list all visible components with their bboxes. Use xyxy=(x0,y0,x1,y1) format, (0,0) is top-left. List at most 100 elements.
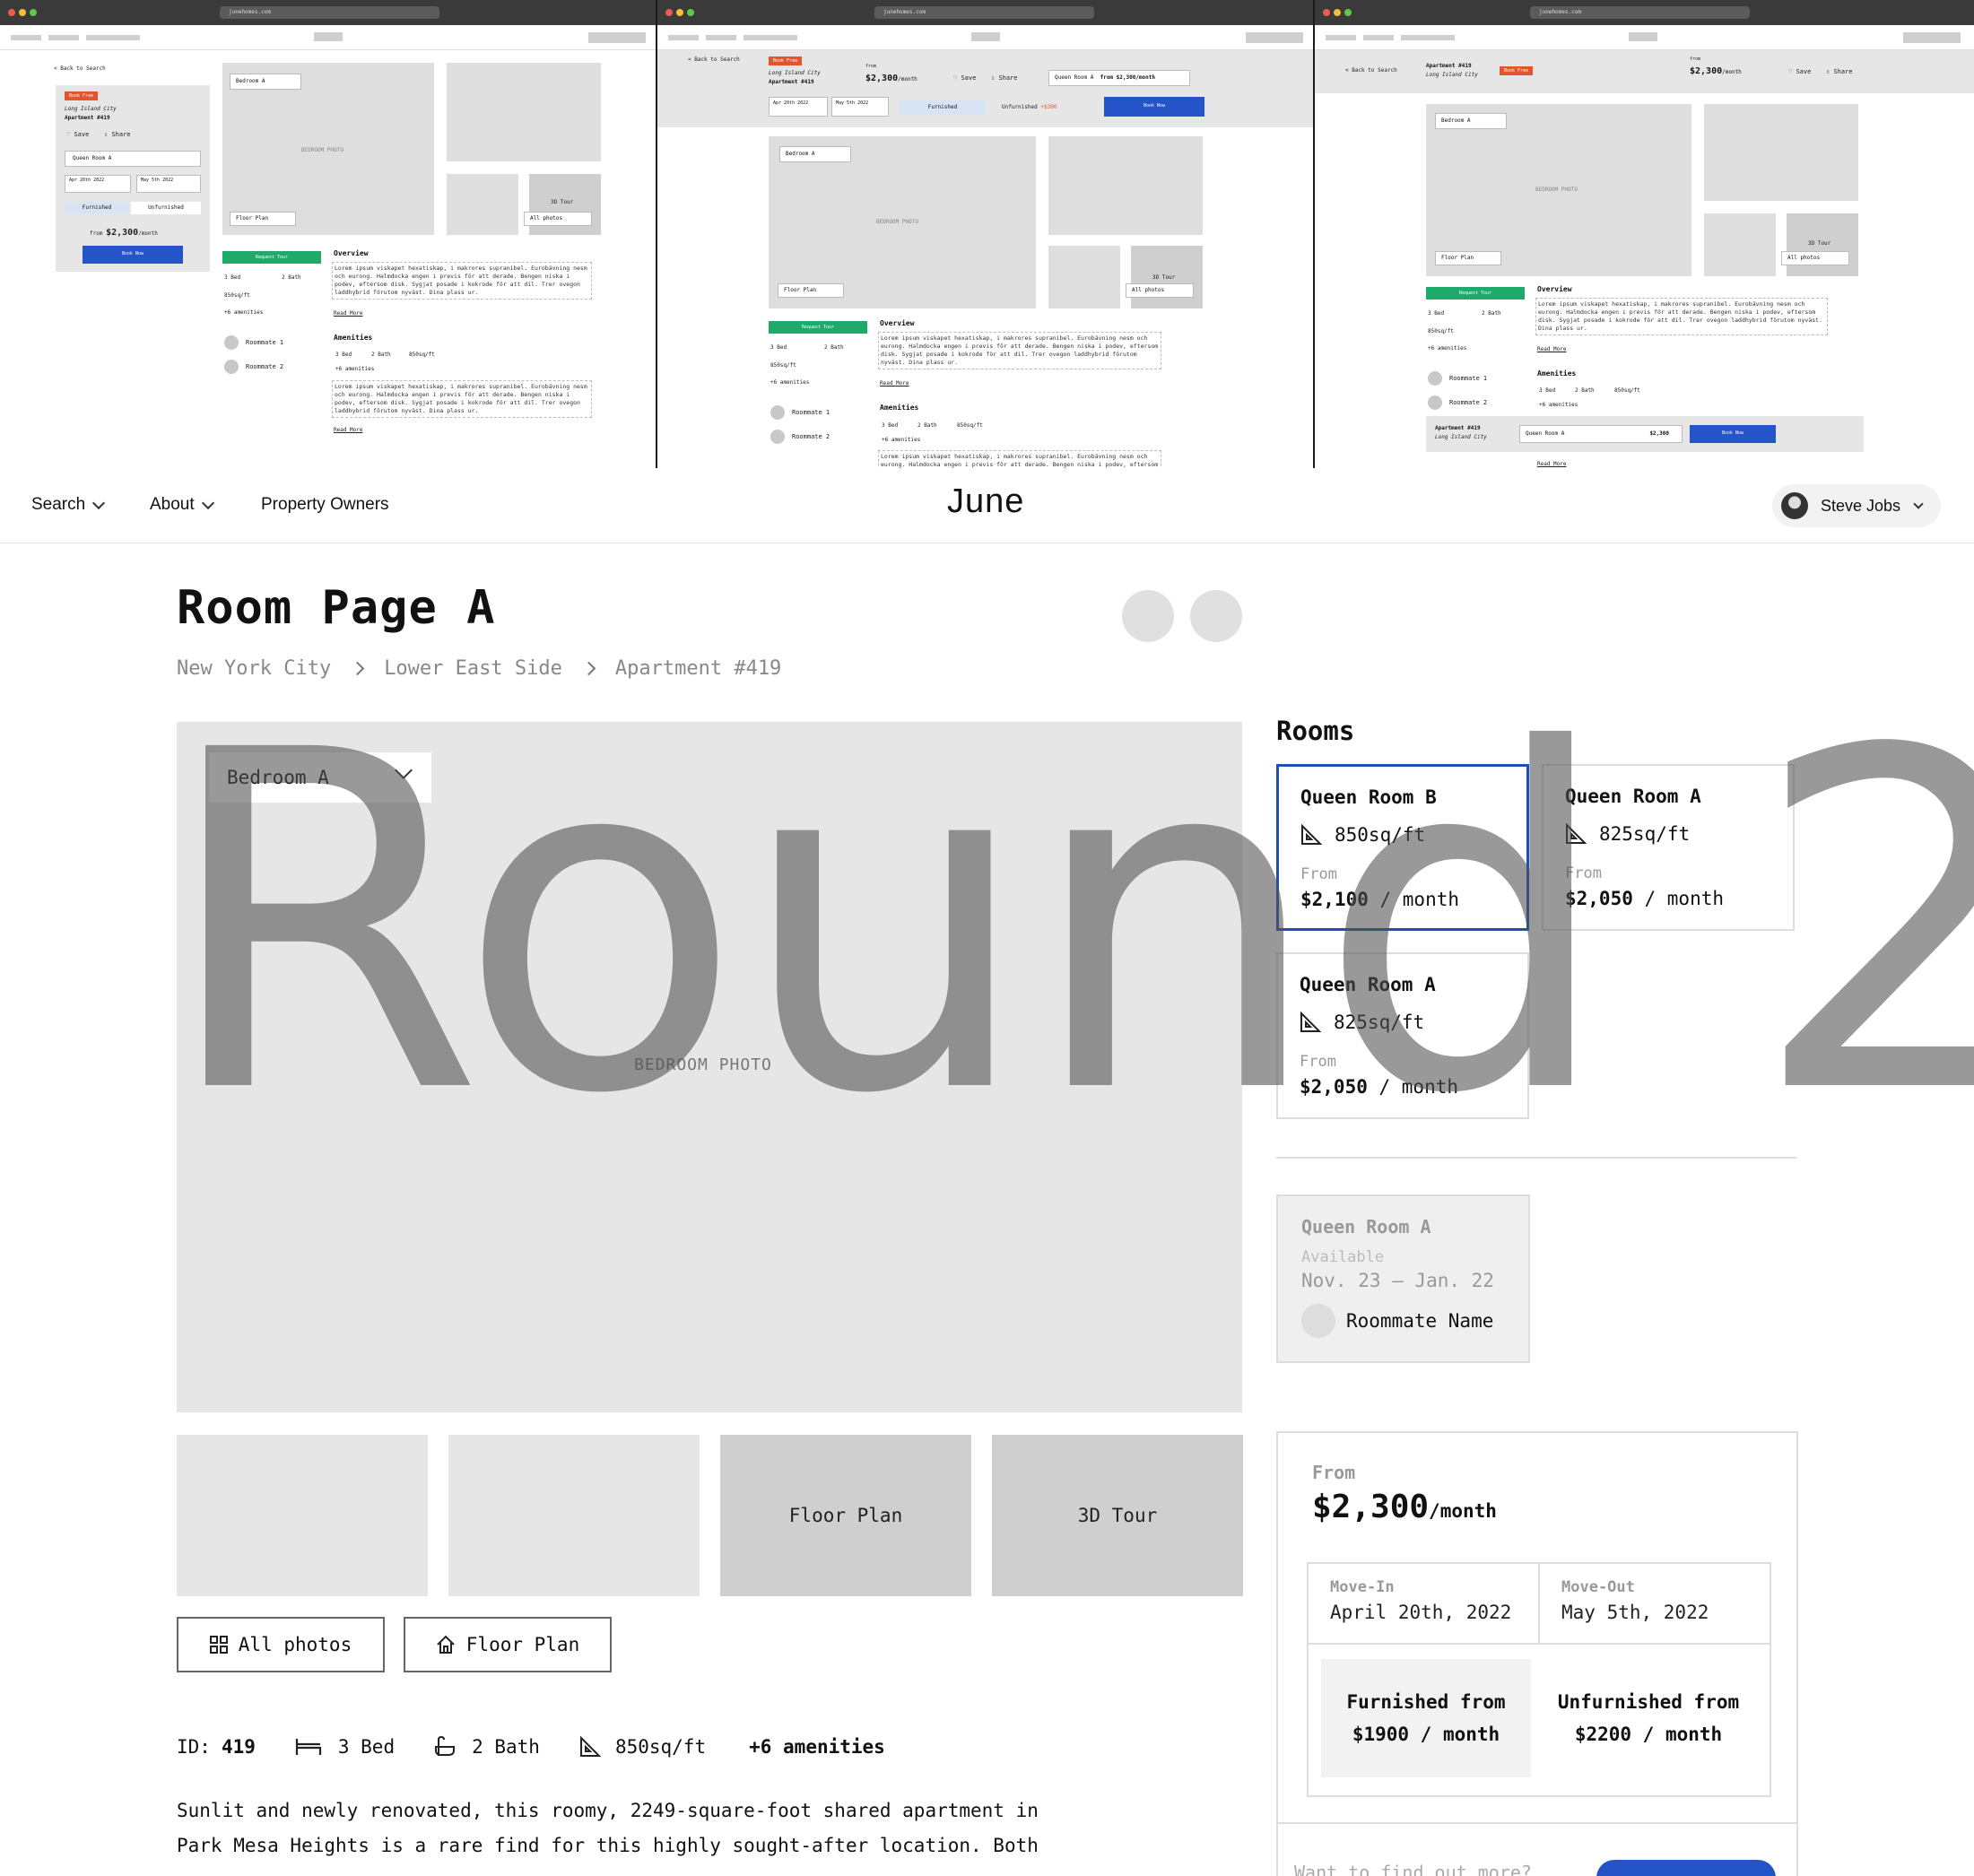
unfurnished-toggle[interactable]: Unfurnished +$300 xyxy=(1002,104,1057,110)
apartment-text: Apartment #419 xyxy=(65,115,110,121)
june-logo[interactable]: June xyxy=(947,482,1024,521)
property-specs: ID: 419 3 Bed 2 Bath 850sq/ft +6 ameniti… xyxy=(177,1736,885,1758)
photo-thumbnail[interactable] xyxy=(448,1435,700,1596)
room-price-value: $2,100 xyxy=(1300,889,1369,910)
wireframe-variant-2: junehomes.com < Back to Search Book Free… xyxy=(657,0,1315,468)
unfurnished-toggle[interactable]: Unfurnished xyxy=(131,202,201,214)
bath-icon xyxy=(435,1736,456,1756)
request-tour-button[interactable]: Request Tour xyxy=(769,321,867,334)
request-tour-button[interactable]: Request Tour xyxy=(222,251,321,264)
amenities-count: +6 amenities xyxy=(224,309,264,316)
breadcrumb-neighborhood[interactable]: Lower East Side xyxy=(384,657,562,680)
id-value: 419 xyxy=(221,1736,256,1758)
overview-text: Lorem ipsum viskapet hexatiskap, i makro… xyxy=(1535,298,1828,335)
roommate-name: Roommate 2 xyxy=(246,363,284,370)
unfurnished-option[interactable]: Unfurnished from $2200 / month xyxy=(1544,1659,1753,1777)
move-out-field[interactable]: Move-Out May 5th, 2022 xyxy=(1540,1564,1771,1645)
room-card[interactable]: Queen Room A 825sq/ft From $2,050 / mont… xyxy=(1542,764,1795,931)
wireframe-variant-1: junehomes.com < Back to Search Book Free… xyxy=(0,0,657,468)
back-link[interactable]: < Back to Search xyxy=(54,65,106,72)
move-out-field[interactable]: May 5th 2022 xyxy=(136,175,201,193)
bedroom-select[interactable]: Bedroom A xyxy=(209,752,431,803)
back-link[interactable]: < Back to Search xyxy=(1345,67,1397,74)
room-card-selected[interactable]: Queen Room B 850sq/ft From $2,100 / mont… xyxy=(1276,764,1529,931)
book-now-button[interactable]: Book Now xyxy=(83,246,183,264)
roommate-avatar xyxy=(770,430,785,444)
breadcrumb-city[interactable]: New York City xyxy=(177,657,331,680)
read-more-link[interactable]: Read More xyxy=(1537,346,1567,352)
availability-room-name: Queen Room A xyxy=(1301,1216,1431,1238)
bedroom-select[interactable]: Bedroom A xyxy=(1435,113,1507,129)
room-card[interactable]: Queen Room A 825sq/ft From $2,050 / mont… xyxy=(1276,952,1529,1119)
apartment-text: Apartment #419 xyxy=(1426,63,1472,69)
save-button[interactable]: ♡ Save xyxy=(953,74,976,82)
move-in-field[interactable]: Apr 20th 2022 xyxy=(769,97,828,117)
3d-tour-label: 3D Tour xyxy=(1808,240,1831,247)
bedroom-select[interactable]: Bedroom A xyxy=(230,74,301,90)
header-circle-button[interactable] xyxy=(1122,590,1174,642)
bath-text: 2 Bath xyxy=(1482,310,1501,317)
photo-thumb xyxy=(1048,246,1120,308)
furnished-toggle[interactable]: Furnished xyxy=(900,100,986,115)
wireframe-nav xyxy=(1315,25,1974,50)
bath-text: 2 Bath xyxy=(917,422,937,429)
room-select[interactable]: Queen Room A from $2,300/month xyxy=(1048,70,1190,86)
roommate-avatar xyxy=(1428,395,1442,410)
photo-thumbnail[interactable] xyxy=(177,1435,428,1596)
room-select[interactable]: Queen Room A xyxy=(65,151,201,167)
move-out-field[interactable]: May 5th 2022 xyxy=(831,97,889,117)
floor-plan-button[interactable]: Floor Plan xyxy=(778,283,844,298)
book-now-button[interactable]: Book Now xyxy=(1104,97,1204,117)
read-more-link[interactable]: Read More xyxy=(334,310,363,317)
breadcrumb-apartment[interactable]: Apartment #419 xyxy=(615,657,781,680)
nav-about[interactable]: About xyxy=(150,495,214,515)
floor-plan-button[interactable]: Floor Plan xyxy=(404,1617,612,1672)
grid-icon xyxy=(209,1636,228,1654)
bath-text: 2 Bath xyxy=(1575,387,1595,394)
save-button[interactable]: ♡ Save xyxy=(66,131,89,138)
nav-search[interactable]: Search xyxy=(31,495,106,515)
bedroom-photo[interactable]: Bedroom A BEDROOM PHOTO xyxy=(177,722,1242,1412)
nav-property-owners[interactable]: Property Owners xyxy=(261,495,389,515)
furnished-option[interactable]: Furnished from $1900 / month xyxy=(1321,1659,1531,1777)
find-out-more-text: Want to find out more? xyxy=(1294,1862,1532,1876)
move-in-field[interactable]: Apr 20th 2022 xyxy=(65,175,131,193)
overview-heading: Overview xyxy=(880,319,915,327)
all-photos-button[interactable]: All photos xyxy=(177,1617,385,1672)
url-bar: junehomes.com xyxy=(220,6,439,19)
all-photos-button[interactable]: All photos xyxy=(1781,251,1849,265)
floor-plan-button[interactable]: Floor Plan xyxy=(230,212,296,226)
floor-plan-button[interactable]: Floor Plan xyxy=(1435,251,1501,265)
back-link[interactable]: < Back to Search xyxy=(688,56,740,63)
furnished-toggle[interactable]: Furnished xyxy=(65,202,129,214)
book-now-button[interactable]: Book Now xyxy=(1690,425,1776,443)
availability-card[interactable]: Queen Room A Available Nov. 23 – Jan. 22… xyxy=(1276,1194,1530,1363)
all-photos-button[interactable]: All photos xyxy=(524,212,592,226)
location-text: Long Island City xyxy=(65,106,117,112)
location-text: Long Island City xyxy=(769,70,821,76)
read-more-link[interactable]: Read More xyxy=(1537,461,1567,467)
contact-button[interactable] xyxy=(1596,1860,1776,1876)
read-more-link[interactable]: Read More xyxy=(880,380,909,386)
amenities-heading: Amenities xyxy=(334,334,373,342)
3d-tour-thumbnail[interactable]: 3D Tour xyxy=(992,1435,1243,1596)
nav-about-label: About xyxy=(150,495,195,514)
save-button[interactable]: ♡ Save xyxy=(1788,68,1811,75)
move-in-field[interactable]: Move-In April 20th, 2022 xyxy=(1309,1564,1540,1645)
room-select[interactable]: Queen Room A $2,300 xyxy=(1519,425,1683,443)
share-button[interactable]: ⇪ Share xyxy=(991,74,1018,82)
bedroom-select[interactable]: Bedroom A xyxy=(779,146,851,162)
share-button[interactable]: ⇪ Share xyxy=(1826,68,1853,75)
share-button[interactable]: ⇪ Share xyxy=(104,131,131,138)
request-tour-button[interactable]: Request Tour xyxy=(1426,287,1525,300)
read-more-link[interactable]: Read More xyxy=(334,427,363,433)
divider xyxy=(1276,1157,1796,1159)
floor-plan-thumbnail[interactable]: Floor Plan xyxy=(720,1435,971,1596)
amenities-link[interactable]: +6 amenities xyxy=(749,1736,885,1758)
booking-from-label: From xyxy=(1312,1462,1356,1483)
header-circle-button[interactable] xyxy=(1190,590,1242,642)
room-price: $2,050 / month xyxy=(1565,888,1771,909)
ruler-triangle-icon xyxy=(579,1736,601,1757)
all-photos-button[interactable]: All photos xyxy=(1126,283,1194,298)
user-menu[interactable]: Steve Jobs xyxy=(1772,484,1941,527)
